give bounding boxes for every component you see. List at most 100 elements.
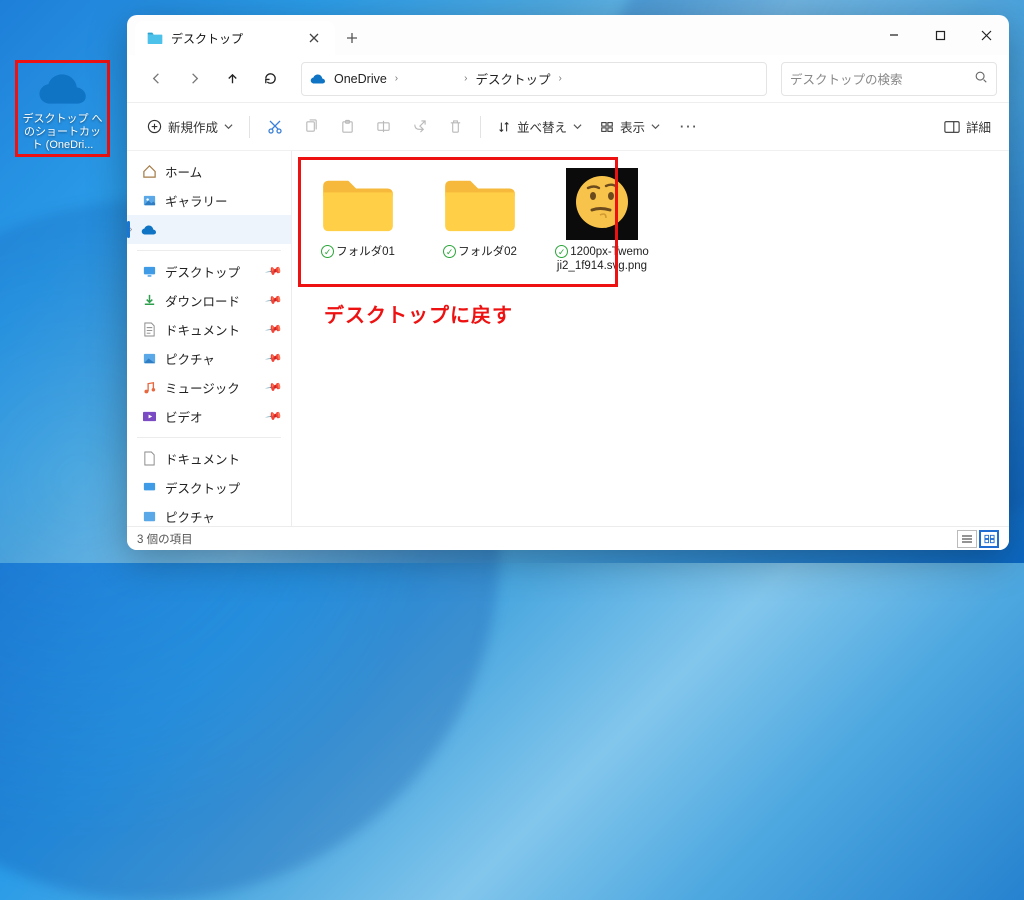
nav-sidebar: ホーム ギャラリー › デスクトップ📌 ダウンロード📌 ドキュメント📌 ピクチャ…	[127, 151, 292, 526]
sort-button[interactable]: 並べ替え	[489, 111, 590, 143]
minimize-icon	[888, 29, 900, 41]
pin-icon: 📌	[265, 291, 284, 310]
pin-icon: 📌	[265, 320, 284, 339]
close-button[interactable]	[963, 15, 1009, 55]
music-icon	[141, 380, 157, 396]
share-button[interactable]	[402, 111, 436, 143]
cut-button[interactable]	[258, 111, 292, 143]
status-bar: 3 個の項目	[127, 526, 1009, 550]
sidebar-item-gallery[interactable]: ギャラリー	[127, 186, 291, 215]
item-folder-02[interactable]: ✓フォルダ02	[432, 169, 528, 273]
desktop-icon	[141, 480, 157, 496]
delete-button[interactable]	[438, 111, 472, 143]
sort-icon	[497, 120, 511, 134]
paste-button[interactable]	[330, 111, 364, 143]
clipboard-icon	[340, 119, 355, 134]
folder-icon	[437, 169, 523, 239]
item-image-thinking[interactable]: ✓1200px-Twemoji2_1f914.svg.png	[554, 169, 650, 273]
annotation-text: デスクトップに戻す	[324, 299, 513, 328]
pin-icon: 📌	[265, 349, 284, 368]
folder-icon	[315, 169, 401, 239]
document-icon	[141, 322, 157, 338]
maximize-button[interactable]	[917, 15, 963, 55]
new-tab-button[interactable]	[335, 21, 369, 55]
sidebar-item-desktop-2[interactable]: デスクトップ	[127, 473, 291, 502]
sidebar-item-onedrive[interactable]: ›	[127, 215, 291, 244]
separator	[137, 250, 281, 251]
sidebar-item-pictures-2[interactable]: ピクチャ	[127, 502, 291, 526]
close-icon	[981, 30, 992, 41]
new-button[interactable]: 新規作成	[139, 111, 241, 143]
sync-status-icon: ✓	[321, 245, 334, 258]
list-icon	[961, 534, 973, 544]
crumb-desktop[interactable]: デスクトップ	[474, 67, 553, 90]
picture-icon	[141, 509, 157, 525]
crumb-onedrive[interactable]: OneDrive	[332, 70, 389, 88]
forward-button[interactable]	[177, 62, 211, 96]
document-icon	[141, 451, 157, 467]
details-pane-icon	[944, 120, 960, 134]
more-button[interactable]: ···	[670, 111, 709, 143]
pin-icon: 📌	[265, 378, 284, 397]
rename-button[interactable]	[366, 111, 400, 143]
search-placeholder: デスクトップの検索	[790, 69, 903, 88]
titlebar: デスクトップ	[127, 15, 1009, 55]
file-explorer-window: デスクトップ OneDrive › › デスクトップ ›	[127, 15, 1009, 550]
sync-status-icon: ✓	[555, 245, 568, 258]
search-input[interactable]: デスクトップの検索	[781, 62, 997, 96]
sync-status-icon: ✓	[443, 245, 456, 258]
desktop-shortcut-onedrive[interactable]: デスクトップ へのショートカット (OneDri...	[15, 60, 110, 157]
home-icon	[141, 164, 157, 180]
details-pane-button[interactable]: 詳細	[938, 117, 997, 136]
refresh-button[interactable]	[253, 62, 287, 96]
tab-close-button[interactable]	[303, 27, 325, 49]
window-controls	[871, 15, 1009, 55]
chevron-right-icon: ›	[464, 73, 467, 84]
copy-button[interactable]	[294, 111, 328, 143]
separator	[249, 116, 250, 138]
items-grid: ✓フォルダ01 ✓フォルダ02	[292, 151, 1009, 291]
sidebar-item-desktop[interactable]: デスクトップ📌	[127, 257, 291, 286]
back-button[interactable]	[139, 62, 173, 96]
breadcrumb[interactable]: OneDrive › › デスクトップ ›	[301, 62, 767, 96]
sidebar-item-documents[interactable]: ドキュメント📌	[127, 315, 291, 344]
minimize-button[interactable]	[871, 15, 917, 55]
crumb-redacted[interactable]	[404, 67, 458, 90]
chevron-right-icon: ›	[129, 224, 132, 235]
copy-icon	[304, 119, 319, 134]
cloud-icon	[141, 222, 157, 238]
sidebar-item-documents-2[interactable]: ドキュメント	[127, 444, 291, 473]
download-icon	[141, 293, 157, 309]
scissors-icon	[267, 119, 283, 135]
view-icon	[600, 120, 614, 134]
folder-icon	[147, 30, 163, 46]
separator	[137, 437, 281, 438]
maximize-icon	[935, 30, 946, 41]
view-button[interactable]: 表示	[592, 111, 668, 143]
desktop-icon	[141, 264, 157, 280]
item-folder-01[interactable]: ✓フォルダ01	[310, 169, 406, 273]
sidebar-item-videos[interactable]: ビデオ📌	[127, 402, 291, 431]
grid-icon	[984, 534, 995, 544]
view-icons-button[interactable]	[979, 530, 999, 548]
content-pane[interactable]: ✓フォルダ01 ✓フォルダ02	[292, 151, 1009, 526]
cloud-icon	[37, 69, 89, 109]
up-button[interactable]	[215, 62, 249, 96]
desktop-shortcut-label: デスクトップ へのショートカット (OneDri...	[20, 113, 105, 152]
cloud-icon	[310, 73, 326, 85]
sidebar-item-music[interactable]: ミュージック📌	[127, 373, 291, 402]
sidebar-item-downloads[interactable]: ダウンロード📌	[127, 286, 291, 315]
plus-circle-icon	[147, 119, 162, 134]
sidebar-item-pictures[interactable]: ピクチャ📌	[127, 344, 291, 373]
tab-desktop[interactable]: デスクトップ	[135, 21, 335, 55]
pin-icon: 📌	[265, 262, 284, 281]
item-count: 3 個の項目	[137, 531, 193, 547]
picture-icon	[141, 351, 157, 367]
tab-title: デスクトップ	[171, 30, 243, 47]
sidebar-item-home[interactable]: ホーム	[127, 157, 291, 186]
chevron-down-icon	[651, 122, 660, 131]
view-list-button[interactable]	[957, 530, 977, 548]
close-icon	[309, 33, 319, 43]
chevron-down-icon	[573, 122, 582, 131]
search-icon	[974, 70, 988, 87]
